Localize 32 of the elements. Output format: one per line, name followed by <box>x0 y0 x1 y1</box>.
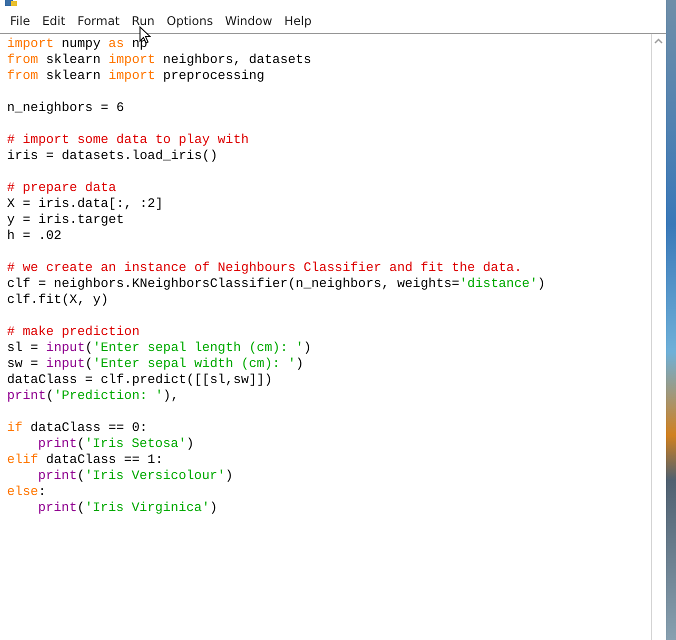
code-line: # we create an instance of Neighbours Classifier and fit the data. <box>7 260 522 276</box>
code-line: elif dataClass == 1: <box>7 452 164 468</box>
menu-item[interactable]: Edit <box>36 12 72 30</box>
code-line: sw = input('Enter sepal width (cm): ') <box>7 356 304 372</box>
code-line: print('Iris Versicolour') <box>37 468 234 484</box>
code-line: sl = input('Enter sepal length (cm): ') <box>7 340 312 356</box>
code-line: # import some data to play with <box>7 132 249 148</box>
code-line: iris = datasets.load_iris() <box>7 148 218 164</box>
menu-item[interactable]: Window <box>218 12 278 30</box>
code-line: dataClass = clf.predict([[sl,sw]]) <box>7 372 272 388</box>
app-icon <box>4 0 18 6</box>
menu-item[interactable]: File <box>4 12 36 30</box>
menu-item[interactable]: Help <box>278 12 318 30</box>
menu-item[interactable]: Format <box>71 12 126 30</box>
code-line: print('Iris Setosa') <box>37 436 194 452</box>
code-line: from sklearn import preprocessing <box>7 68 264 84</box>
menu-item[interactable]: Options <box>160 12 219 30</box>
code-line: clf.fit(X, y) <box>7 292 108 308</box>
code-line: h = .02 <box>7 228 62 244</box>
code-line: print('Prediction: '), <box>7 388 179 404</box>
code-line: # prepare data <box>7 180 116 196</box>
code-line: clf = neighbors.KNeighborsClassifier(n_neighbors, weights='distance') <box>7 276 546 292</box>
code-line: n_neighbors = 6 <box>7 100 124 116</box>
code-line: from sklearn import neighbors, datasets <box>7 52 312 68</box>
code-line: print('Iris Virginica') <box>37 500 218 516</box>
code-line: else: <box>7 484 46 500</box>
scroll-up-icon[interactable] <box>654 38 663 44</box>
code-line: if dataClass == 0: <box>7 420 148 436</box>
code-line: X = iris.data[:, :2] <box>7 196 164 212</box>
code-line: # make prediction <box>7 324 140 340</box>
menu-item[interactable]: Run <box>126 12 161 30</box>
code-line: y = iris.target <box>7 212 124 228</box>
